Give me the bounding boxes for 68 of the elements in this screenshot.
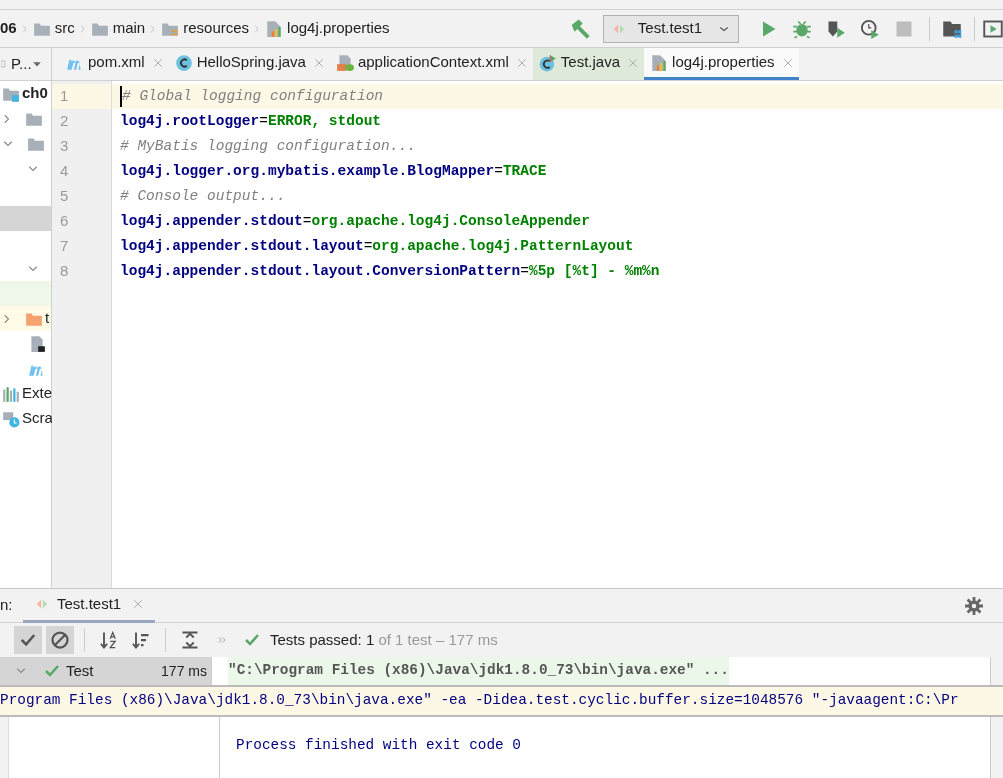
- line-number: 2: [60, 111, 69, 132]
- passed-check-icon: [244, 632, 260, 648]
- xml-file-icon: [335, 53, 354, 72]
- run-configuration-dropdown[interactable]: Test.test1: [602, 14, 739, 43]
- code-line: # MyBatis logging configuration...: [119, 136, 417, 156]
- breadcrumb-item[interactable]: 06: [0, 17, 17, 40]
- close-icon: [133, 599, 144, 609]
- tree-item-label[interactable]: t: [45, 307, 50, 330]
- show-ignored-icon: [50, 630, 70, 650]
- code-line: log4j.appender.stdout.layout.ConversionPattern=%5p [%t] - %m%n: [119, 261, 661, 281]
- tree-row[interactable]: ch0: [0, 81, 51, 106]
- tree-row[interactable]: Scra: [0, 406, 51, 431]
- sort-alphabetically-icon: [99, 630, 119, 650]
- debug-bug-icon: [792, 18, 812, 39]
- console-output-line: Process finished with exit code 0: [236, 736, 522, 755]
- code-line: log4j.appender.stdout=org.apache.log4j.ConsoleAppender: [119, 211, 591, 231]
- editor-tab[interactable]: log4j.properties: [644, 48, 799, 80]
- profiler-clock-icon: [860, 18, 880, 39]
- editor-tab[interactable]: Test.java: [532, 48, 645, 80]
- breadcrumb-item[interactable]: main: [90, 17, 146, 40]
- breadcrumb-item[interactable]: log4j.properties: [265, 17, 390, 40]
- sort-by-duration-icon: [131, 630, 151, 650]
- library-icon: [2, 384, 20, 403]
- run-tab[interactable]: Test.test1: [23, 588, 156, 623]
- test-name: Test: [66, 660, 95, 681]
- close-icon: [628, 57, 639, 68]
- properties-file-icon: [650, 53, 669, 72]
- run-panel-label: n:: [0, 595, 14, 616]
- code-line: # Console output...: [119, 186, 287, 206]
- editor-tab[interactable]: HelloSpring.java: [168, 48, 330, 80]
- test-status-text: Tests passed: 1 of 1 test – 177 ms: [270, 629, 498, 650]
- expand-all-icon: [180, 630, 200, 650]
- editor-tab[interactable]: applicationContext.xml: [329, 48, 533, 80]
- settings-icon: [965, 596, 983, 615]
- class-icon: [174, 53, 193, 72]
- close-icon: [313, 57, 324, 68]
- caret-down-icon: [31, 59, 42, 69]
- code-line: log4j.appender.stdout.layout=org.apache.log4j.PatternLayout: [119, 236, 635, 256]
- file-icon: [28, 334, 46, 353]
- line-number: 4: [60, 161, 69, 182]
- close-icon: [516, 57, 527, 68]
- tree-item-label[interactable]: Scra: [22, 407, 53, 430]
- properties-file-icon: [265, 19, 284, 38]
- run-window-icon: [983, 18, 1003, 39]
- line-number: 3: [60, 136, 69, 157]
- tree-row[interactable]: Exte: [0, 381, 51, 406]
- line-number: 6: [60, 211, 69, 232]
- line-number: 7: [60, 236, 69, 257]
- test-class-icon: [538, 53, 557, 72]
- breadcrumb-item[interactable]: resources: [161, 17, 250, 40]
- close-icon: [782, 57, 793, 68]
- close-icon: [152, 57, 163, 68]
- show-passed-button[interactable]: [14, 626, 42, 654]
- line-number: 8: [60, 261, 69, 282]
- line-number: 1: [60, 86, 69, 107]
- show-ignored-button[interactable]: [46, 626, 74, 654]
- line-number: 5: [60, 186, 69, 207]
- tree-item-label[interactable]: ch0: [22, 82, 48, 105]
- tree-row[interactable]: t: [0, 306, 51, 331]
- test-duration: 177 ms: [161, 661, 207, 681]
- tree-item-label[interactable]: Exte: [22, 382, 52, 405]
- test-tree-row[interactable]: Test 177 ms: [0, 657, 211, 685]
- test-config-icon: [35, 597, 49, 611]
- editor-tab[interactable]: pom.xml: [60, 48, 169, 80]
- breadcrumb-item[interactable]: src: [32, 17, 75, 40]
- code-line: log4j.logger.org.mybatis.example.BlogMapper=TRACE: [119, 161, 548, 181]
- more-chevrons-icon: [217, 635, 227, 645]
- code-line: log4j.rootLogger=ERROR, stdout: [119, 111, 383, 131]
